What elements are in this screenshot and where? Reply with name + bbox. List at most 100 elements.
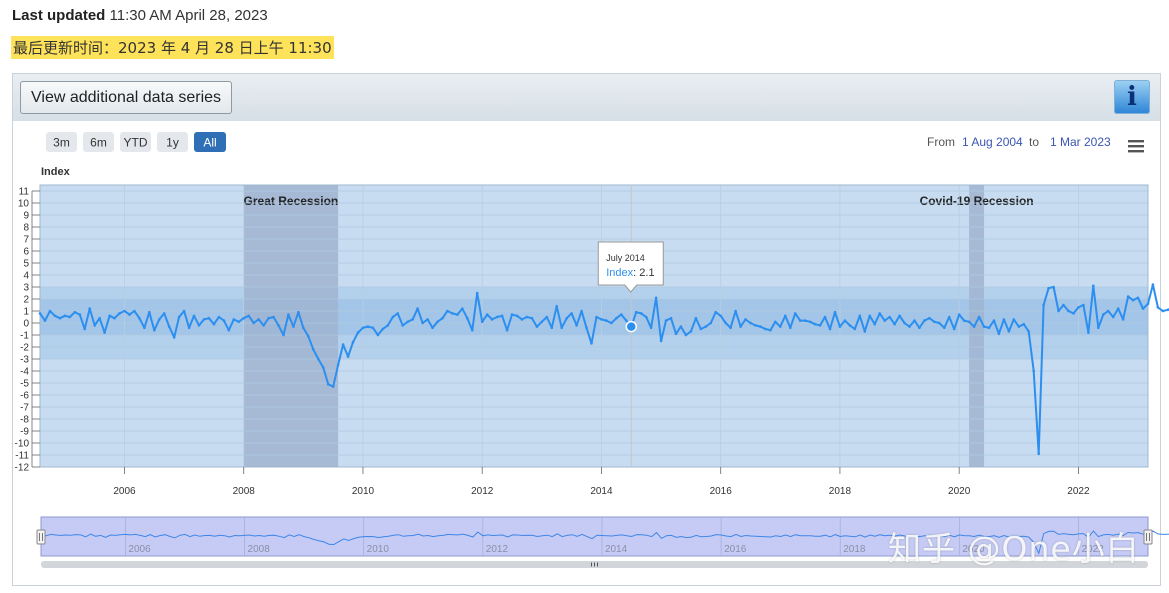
data-point[interactable]	[769, 328, 772, 332]
data-point[interactable]	[1111, 315, 1115, 319]
data-point[interactable]	[317, 357, 320, 361]
data-point[interactable]	[898, 314, 901, 318]
hamburger-menu-icon[interactable]	[1124, 136, 1148, 156]
data-point[interactable]	[272, 315, 275, 319]
data-point[interactable]	[883, 319, 886, 322]
data-point[interactable]	[664, 319, 668, 322]
data-point[interactable]	[287, 313, 290, 316]
data-point[interactable]	[1032, 369, 1035, 373]
data-point[interactable]	[813, 322, 817, 326]
data-point[interactable]	[962, 319, 966, 322]
data-point[interactable]	[759, 325, 762, 328]
range-button-1y[interactable]: 1y	[157, 132, 188, 152]
data-point[interactable]	[401, 324, 405, 327]
data-point[interactable]	[282, 333, 285, 337]
data-point[interactable]	[764, 327, 767, 331]
data-point[interactable]	[108, 314, 111, 318]
data-point[interactable]	[267, 316, 270, 320]
data-point[interactable]	[888, 315, 891, 319]
data-point[interactable]	[421, 321, 424, 325]
data-point[interactable]	[808, 320, 812, 324]
data-point[interactable]	[823, 315, 827, 319]
data-point[interactable]	[952, 327, 956, 331]
data-point[interactable]	[719, 314, 722, 318]
data-point[interactable]	[863, 330, 867, 333]
data-point[interactable]	[153, 328, 156, 332]
data-point[interactable]	[1146, 302, 1150, 306]
data-point[interactable]	[923, 319, 926, 322]
data-point[interactable]	[103, 331, 106, 334]
data-point[interactable]	[158, 318, 161, 321]
data-point[interactable]	[475, 291, 479, 295]
data-point[interactable]	[167, 325, 171, 328]
data-point[interactable]	[381, 327, 385, 331]
data-point[interactable]	[297, 310, 300, 314]
data-point[interactable]	[43, 319, 47, 322]
data-point[interactable]	[441, 316, 444, 320]
range-from-input[interactable]: 1 Aug 2004	[962, 135, 1023, 149]
data-point[interactable]	[148, 310, 151, 314]
data-point[interactable]	[461, 307, 464, 310]
data-point[interactable]	[595, 315, 598, 319]
data-point[interactable]	[192, 314, 196, 318]
data-point[interactable]	[789, 326, 792, 330]
data-point[interactable]	[451, 312, 454, 315]
data-point[interactable]	[615, 316, 618, 320]
range-button-all[interactable]: All	[194, 132, 226, 152]
data-point[interactable]	[1092, 284, 1095, 288]
data-point[interactable]	[411, 318, 415, 321]
data-point[interactable]	[873, 322, 876, 326]
data-point[interactable]	[848, 324, 852, 327]
data-point[interactable]	[1062, 303, 1065, 307]
data-point[interactable]	[456, 313, 459, 316]
data-point[interactable]	[1087, 331, 1090, 334]
data-point[interactable]	[779, 325, 782, 328]
data-point[interactable]	[38, 312, 42, 315]
data-point[interactable]	[798, 319, 802, 322]
data-point[interactable]	[376, 333, 380, 337]
data-point[interactable]	[1052, 285, 1055, 289]
data-point[interactable]	[366, 325, 370, 328]
data-point[interactable]	[575, 324, 578, 327]
data-point[interactable]	[1131, 298, 1135, 302]
data-point[interactable]	[585, 326, 588, 330]
data-point[interactable]	[590, 342, 593, 345]
data-point[interactable]	[1027, 330, 1030, 333]
data-point[interactable]	[938, 321, 941, 325]
data-point[interactable]	[510, 313, 514, 316]
data-point[interactable]	[545, 315, 549, 319]
data-point[interactable]	[123, 309, 126, 313]
data-point[interactable]	[669, 316, 673, 320]
data-point[interactable]	[893, 322, 896, 326]
data-point[interactable]	[371, 326, 375, 330]
data-point[interactable]	[694, 316, 698, 320]
data-point[interactable]	[967, 320, 971, 324]
data-point[interactable]	[1102, 313, 1105, 316]
data-point[interactable]	[505, 328, 509, 332]
data-point[interactable]	[580, 309, 583, 313]
data-point[interactable]	[73, 310, 77, 314]
data-point[interactable]	[913, 319, 916, 322]
data-point[interactable]	[207, 316, 211, 320]
data-point[interactable]	[933, 320, 936, 324]
data-point[interactable]	[1017, 325, 1021, 328]
data-point[interactable]	[679, 325, 683, 328]
data-point[interactable]	[1067, 309, 1070, 313]
data-point[interactable]	[878, 312, 881, 315]
data-point[interactable]	[307, 334, 310, 338]
data-point[interactable]	[997, 332, 1001, 336]
data-point[interactable]	[644, 315, 648, 319]
data-point[interactable]	[396, 312, 400, 315]
data-point[interactable]	[1156, 306, 1160, 309]
data-point[interactable]	[639, 312, 643, 315]
data-point[interactable]	[336, 363, 340, 367]
data-point[interactable]	[610, 321, 613, 325]
data-point[interactable]	[262, 324, 265, 327]
data-point[interactable]	[83, 327, 86, 331]
data-point[interactable]	[1007, 330, 1011, 333]
data-point[interactable]	[1037, 452, 1040, 456]
data-point[interactable]	[982, 325, 986, 328]
data-point[interactable]	[565, 316, 568, 320]
data-point[interactable]	[530, 316, 534, 320]
data-point[interactable]	[93, 324, 96, 327]
